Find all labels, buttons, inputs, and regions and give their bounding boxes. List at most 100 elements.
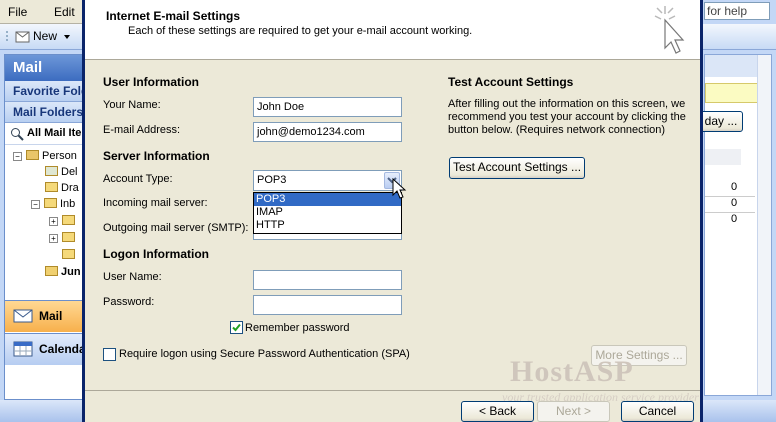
nav-calendar-button[interactable]: Calenda <box>5 333 86 365</box>
search-folder-icon <box>11 128 24 141</box>
test-settings-description: After filling out the information on thi… <box>448 98 686 136</box>
inbox-icon <box>44 198 57 208</box>
test-account-settings-button[interactable]: Test Account Settings ... <box>449 157 585 179</box>
back-button[interactable]: < Back <box>461 401 534 422</box>
cancel-button[interactable]: Cancel <box>621 401 694 422</box>
outlook-main-window: File Edit New Mail Favorite Fold Mail Fo… <box>0 0 86 422</box>
nav-mail-label: Mail <box>39 309 63 323</box>
account-type-dropdown-list: POP3 IMAP HTTP <box>253 192 402 234</box>
tree-item-inbox[interactable]: − Inb <box>31 198 75 210</box>
option-http[interactable]: HTTP <box>254 219 401 232</box>
status-bar-right <box>702 400 776 422</box>
folder-icon <box>62 215 75 225</box>
chevron-down-icon[interactable] <box>64 35 72 40</box>
tree-item-junk[interactable]: Jun <box>45 266 81 278</box>
scrollbar[interactable] <box>757 55 771 395</box>
outlook-right-region: for help day ... 0 0 0 <box>702 0 776 422</box>
today-button[interactable]: day ... <box>702 111 743 132</box>
menu-bar: File Edit <box>0 0 86 24</box>
divider <box>705 196 755 197</box>
nav-calendar-label: Calenda <box>39 342 86 356</box>
user-name-label: User Name: <box>103 271 162 283</box>
nav-mail-button[interactable]: Mail <box>5 300 85 332</box>
favorite-folders-header[interactable]: Favorite Fold <box>5 81 85 102</box>
status-bar <box>0 400 86 422</box>
account-type-label: Account Type: <box>103 173 173 185</box>
help-search-input[interactable]: for help <box>704 2 770 20</box>
standard-toolbar: New <box>0 24 86 50</box>
user-info-heading: User Information <box>103 75 200 89</box>
all-mail-items-row[interactable]: All Mail Ite <box>5 123 85 145</box>
junk-mail-icon <box>45 266 58 276</box>
password-input[interactable] <box>253 295 402 315</box>
outgoing-server-label: Outgoing mail server (SMTP): <box>103 222 249 234</box>
option-imap[interactable]: IMAP <box>254 206 401 219</box>
email-address-input[interactable]: john@demo1234.com <box>253 122 402 142</box>
watermark-logo: HostASP <box>510 355 634 388</box>
new-button[interactable]: New <box>33 29 57 43</box>
folder-icon <box>62 232 75 242</box>
next-button[interactable]: Next > <box>537 401 610 422</box>
test-settings-heading: Test Account Settings <box>448 75 574 89</box>
toolbar-grip-icon <box>6 31 8 41</box>
account-type-select[interactable]: POP3 <box>253 170 402 191</box>
nav-title: Mail <box>5 55 85 81</box>
tree-item-drafts[interactable]: Dra <box>45 182 79 194</box>
server-info-heading: Server Information <box>103 149 210 163</box>
expand-icon[interactable]: + <box>49 217 58 226</box>
dialog-header: Internet E-mail Settings Each of these s… <box>85 0 700 60</box>
tree-item-subfolder[interactable]: + <box>49 215 78 227</box>
tree-item-deleted[interactable]: Del <box>45 166 78 178</box>
new-mail-icon <box>15 31 30 43</box>
drafts-icon <box>45 182 58 192</box>
tree-item-subfolder[interactable]: + <box>49 232 78 244</box>
tree-item-label: Dra <box>61 182 79 194</box>
menu-file[interactable]: File <box>8 5 27 19</box>
unread-count: 0 <box>731 197 738 209</box>
tree-item-label: Jun <box>61 266 81 278</box>
tree-item-label: Inb <box>60 198 76 210</box>
tree-item-subfolder[interactable] <box>62 249 78 261</box>
remember-password-checkbox[interactable] <box>230 321 243 334</box>
mail-icon <box>13 309 33 323</box>
navigation-pane: Mail Favorite Fold Mail Folders All Mail… <box>4 54 86 400</box>
expand-icon[interactable]: + <box>49 234 58 243</box>
tree-item-label: Person <box>42 150 77 162</box>
password-label: Password: <box>103 296 155 308</box>
mouse-pointer-icon <box>392 178 407 199</box>
collapse-icon[interactable]: − <box>31 200 40 209</box>
collapse-icon[interactable]: − <box>13 152 22 161</box>
all-mail-items-label: All Mail Ite <box>27 127 82 139</box>
tree-item-label: Del <box>61 166 78 178</box>
your-name-label: Your Name: <box>103 99 161 111</box>
dialog-title: Internet E-mail Settings <box>106 9 241 23</box>
menu-edit[interactable]: Edit <box>54 5 75 19</box>
wizard-cursor-icon <box>654 6 685 54</box>
your-name-input[interactable]: John Doe <box>253 97 402 117</box>
right-toolbar <box>702 24 776 50</box>
remember-password-label: Remember password <box>245 322 350 334</box>
logon-info-heading: Logon Information <box>103 247 209 261</box>
mail-folders-header[interactable]: Mail Folders <box>5 102 85 123</box>
list-header <box>705 149 741 165</box>
folder-icon <box>62 249 75 259</box>
checkmark-icon <box>232 323 241 332</box>
spa-checkbox[interactable] <box>103 348 116 361</box>
dialog-subtitle: Each of these settings are required to g… <box>128 25 473 37</box>
spa-label: Require logon using Secure Password Auth… <box>119 348 410 360</box>
unread-count: 0 <box>731 181 738 193</box>
option-pop3[interactable]: POP3 <box>254 193 401 206</box>
divider <box>705 212 755 213</box>
email-address-label: E-mail Address: <box>103 124 181 136</box>
tree-item-personal[interactable]: − Person <box>13 150 77 162</box>
internet-email-settings-dialog: Internet E-mail Settings Each of these s… <box>82 0 703 422</box>
todo-pane: day ... 0 0 0 <box>702 54 772 396</box>
deleted-items-icon <box>45 166 58 176</box>
unread-count: 0 <box>731 213 738 225</box>
personal-folders-icon <box>26 150 39 160</box>
incoming-server-label: Incoming mail server: <box>103 197 208 209</box>
account-type-value: POP3 <box>257 174 287 186</box>
user-name-input[interactable] <box>253 270 402 290</box>
footer-divider <box>85 390 700 391</box>
calendar-icon <box>13 341 33 357</box>
